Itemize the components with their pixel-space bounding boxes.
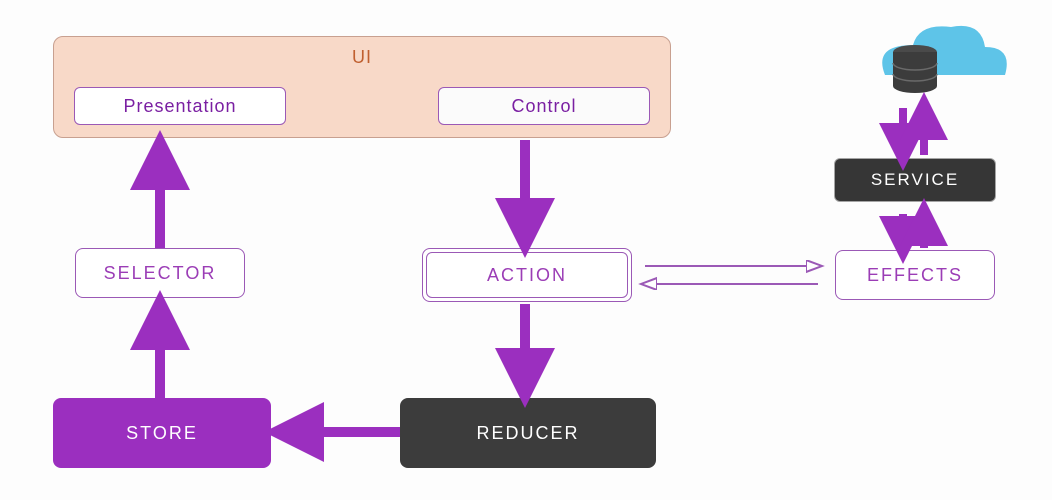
control-box: Control	[438, 87, 650, 125]
diagram-canvas: UI Presentation Control SELECTOR ACTION …	[0, 0, 1052, 500]
service-box: SERVICE	[834, 158, 996, 202]
cloud-database-icon	[882, 26, 1007, 93]
action-box: ACTION	[422, 248, 632, 302]
store-box: STORE	[53, 398, 271, 468]
effects-box: EFFECTS	[835, 250, 995, 300]
selector-box: SELECTOR	[75, 248, 245, 298]
action-label: ACTION	[426, 252, 628, 298]
ui-container: UI Presentation Control	[53, 36, 671, 138]
presentation-box: Presentation	[74, 87, 286, 125]
ui-title: UI	[352, 47, 372, 68]
reducer-box: REDUCER	[400, 398, 656, 468]
